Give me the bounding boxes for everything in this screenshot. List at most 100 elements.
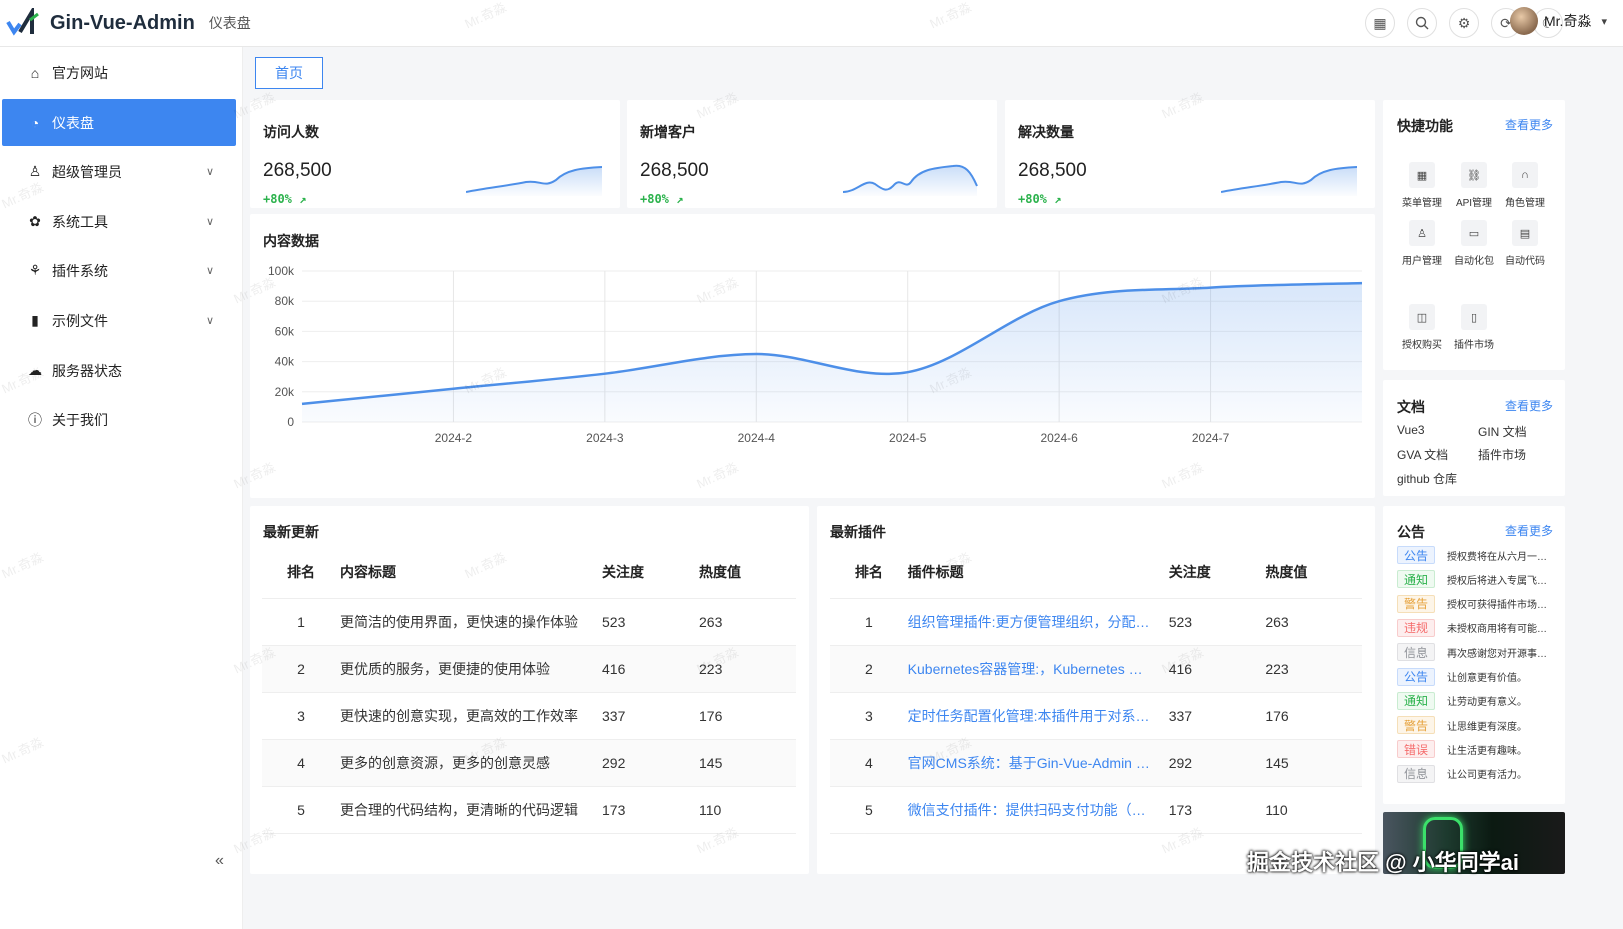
table-header-row: 排名 插件标题 关注度 热度值: [830, 546, 1362, 599]
y-tick-label: 80k: [275, 294, 295, 308]
layout-icon[interactable]: ▦: [1365, 8, 1395, 38]
table-cell: 110: [1265, 786, 1362, 834]
table-cell: 3: [830, 692, 908, 740]
notice-item[interactable]: 通知 授权后将进入专属飞…: [1397, 570, 1547, 589]
table-cell[interactable]: 官网CMS系统：基于Gin-Vue-Admin …: [907, 739, 1169, 787]
logo[interactable]: Gin-Vue-Admin: [6, 8, 195, 38]
table-row[interactable]: 1 更简洁的使用界面，更快速的操作体验 523 263: [262, 598, 796, 646]
table-row[interactable]: 4 更多的创意资源，更多的创意灵感 292 145: [262, 739, 796, 787]
table-cell: 176: [1265, 692, 1362, 740]
notice-item[interactable]: 信息 让公司更有活力。: [1397, 764, 1527, 783]
table-header-row: 排名 内容标题 关注度 热度值: [262, 546, 796, 599]
tab-home[interactable]: 首页: [255, 57, 323, 89]
notice-text: 未授权商用将有可能…: [1447, 624, 1547, 636]
doc-link-gva[interactable]: GVA 文档: [1397, 446, 1448, 463]
grid-icon: ▦: [1409, 162, 1435, 188]
table-row[interactable]: 2 更优质的服务，更便捷的使用体验 416 223: [262, 645, 796, 693]
notice-item[interactable]: 公告 让创意更有价值。: [1397, 667, 1527, 686]
content-chart-card: 内容数据 0 20k 40k 60k 80k 100k 2024-2 2024-3 2024-4…: [250, 214, 1375, 498]
collapse-sidebar-icon[interactable]: «: [215, 852, 224, 870]
table-row[interactable]: 3 更快速的创意实现，更高效的工作效率 337 176: [262, 692, 796, 740]
notice-tag: 公告: [1397, 667, 1435, 686]
quick-item-license[interactable]: ◫ 授权购买: [1398, 304, 1446, 351]
quick-item-market[interactable]: ▯ 插件市场: [1450, 304, 1498, 351]
sidebar-item-dashboard[interactable]: ◔ 仪表盘: [2, 99, 236, 146]
notice-item[interactable]: 公告 授权费将在从六月一…: [1397, 546, 1547, 564]
stat-value: 268,500: [1018, 160, 1087, 181]
table-cell: 263: [699, 598, 796, 646]
docs-title: 文档: [1397, 399, 1425, 415]
sidebar-item-about[interactable]: ⓘ 关于我们: [2, 396, 236, 443]
table-cell[interactable]: 组织管理插件:更方便管理组织，分配…: [907, 598, 1169, 646]
notice-item[interactable]: 警告 授权可获得插件市场…: [1397, 594, 1547, 613]
column-header: 排名: [830, 546, 908, 599]
sidebar-item-systools[interactable]: ✿ 系统工具 ∨: [2, 198, 236, 245]
doc-icon: ▤: [1512, 220, 1538, 246]
docs-more-link[interactable]: 查看更多: [1505, 397, 1553, 414]
sidebar-item-website[interactable]: ⌂ 官方网站: [2, 49, 236, 96]
stat-value: 268,500: [263, 160, 332, 181]
latest-updates-table: 排名 内容标题 关注度 热度值 1 更简洁的使用界面，更快速的操作体验 523 263 2 更优质…: [262, 546, 796, 834]
column-header: 插件标题: [907, 546, 1169, 599]
notice-item[interactable]: 通知 让劳动更有意义。: [1397, 691, 1527, 710]
x-tick-label: 2024-2: [435, 431, 473, 445]
arrow-up-right-icon: ↗: [299, 192, 307, 206]
doc-link-vue3[interactable]: Vue3: [1397, 423, 1425, 437]
notice-tag: 通知: [1397, 691, 1435, 710]
stat-title: 访问人数: [263, 124, 319, 140]
sidebar-item-server[interactable]: ☁ 服务器状态: [2, 347, 236, 394]
stat-title: 解决数量: [1018, 124, 1074, 140]
table-cell: 292: [1168, 739, 1266, 787]
quick-title: 快捷功能: [1397, 118, 1453, 134]
quick-item-autopkg[interactable]: ▭ 自动化包: [1450, 220, 1498, 267]
notice-item[interactable]: 错误 让生活更有趣味。: [1397, 740, 1527, 759]
table-cell[interactable]: Kubernetes容器管理:，Kubernetes …: [907, 645, 1169, 693]
username: Mr.奇淼: [1544, 13, 1592, 29]
sidebar-item-superadmin[interactable]: ♙ 超级管理员 ∨: [2, 148, 236, 195]
user-menu[interactable]: Mr.奇淼 ▾: [1510, 7, 1607, 35]
table-row[interactable]: 5 更合理的代码结构，更清晰的代码逻辑 173 110: [262, 786, 796, 834]
doc-link-github[interactable]: github 仓库: [1397, 470, 1457, 487]
table-cell: 145: [699, 739, 796, 787]
table-row[interactable]: 5 微信支付插件：提供扫码支付功能（… 173 110: [830, 786, 1362, 834]
notice-tag: 警告: [1397, 594, 1435, 613]
y-tick-label: 20k: [275, 385, 295, 399]
sparkline: [843, 164, 978, 196]
x-tick-label: 2024-7: [1192, 431, 1230, 445]
quick-item-menu[interactable]: ▦ 菜单管理: [1398, 162, 1446, 209]
table-cell: 173: [602, 786, 699, 834]
notices-more-link[interactable]: 查看更多: [1505, 522, 1553, 539]
quick-item-role[interactable]: ∩ 角色管理: [1501, 162, 1549, 209]
table-row[interactable]: 1 组织管理插件:更方便管理组织，分配… 523 263: [830, 598, 1362, 646]
quick-more-link[interactable]: 查看更多: [1505, 116, 1553, 133]
notice-text: 让思维更有深度。: [1447, 721, 1527, 733]
table-cell[interactable]: 定时任务配置化管理:本插件用于对系…: [907, 692, 1169, 740]
table-cell: 145: [1265, 739, 1362, 787]
notice-item[interactable]: 警告 让思维更有深度。: [1397, 716, 1527, 735]
sidebar-item-plugins[interactable]: ⚘ 插件系统 ∨: [2, 247, 236, 294]
quick-item-api[interactable]: ⛓ API管理: [1450, 162, 1498, 209]
doc-link-gin[interactable]: GIN 文档: [1478, 423, 1527, 440]
column-header: 内容标题: [340, 546, 602, 599]
notice-text: 让生活更有趣味。: [1447, 745, 1527, 757]
chevron-down-icon: ∨: [205, 315, 214, 327]
table-cell[interactable]: 微信支付插件：提供扫码支付功能（…: [907, 786, 1169, 834]
table-row[interactable]: 4 官网CMS系统：基于Gin-Vue-Admin … 292 145: [830, 739, 1362, 787]
quick-item-autocode[interactable]: ▤ 自动代码: [1501, 220, 1549, 267]
doc-link-plugins[interactable]: 插件市场: [1478, 446, 1526, 463]
notice-item[interactable]: 违规 未授权商用将有可能…: [1397, 618, 1547, 637]
app-title: Gin-Vue-Admin: [50, 11, 195, 34]
notice-item[interactable]: 信息 再次感谢您对开源事…: [1397, 643, 1547, 662]
quick-item-user[interactable]: ♙ 用户管理: [1398, 220, 1446, 267]
link-icon: ⛓: [1461, 162, 1487, 188]
sidebar-item-examples[interactable]: ▮ 示例文件 ∨: [2, 297, 236, 344]
sidebar-item-label: 插件系统: [52, 262, 108, 279]
table-cell: 2: [262, 645, 340, 693]
user-icon: ♙: [28, 163, 42, 179]
search-icon[interactable]: [1407, 8, 1437, 38]
table-cell: 263: [1265, 598, 1362, 646]
gear-icon: ✿: [29, 213, 41, 229]
settings-icon[interactable]: ⚙: [1449, 8, 1479, 38]
table-row[interactable]: 2 Kubernetes容器管理:，Kubernetes … 416 223: [830, 645, 1362, 693]
table-row[interactable]: 3 定时任务配置化管理:本插件用于对系… 337 176: [830, 692, 1362, 740]
